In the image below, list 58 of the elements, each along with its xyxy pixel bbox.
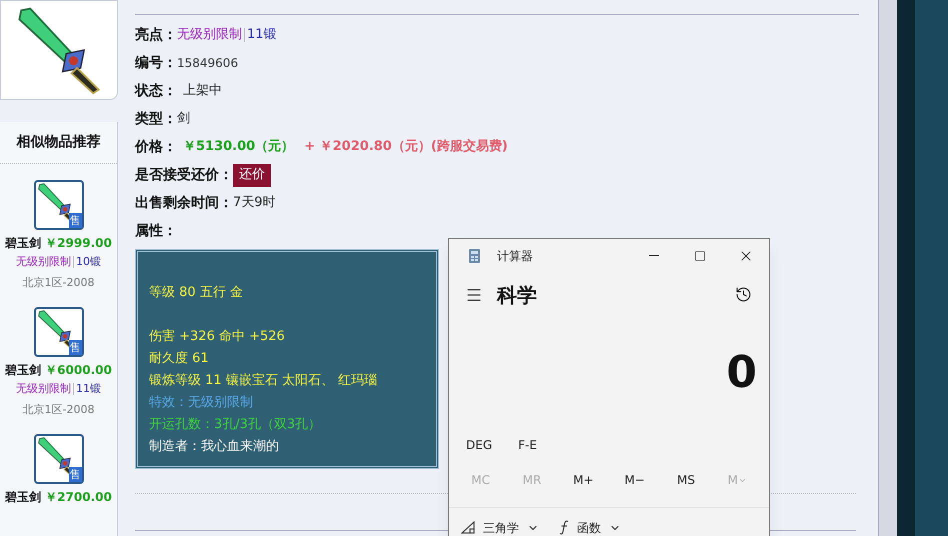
status-value: 上架中: [183, 82, 222, 100]
function-icon: [559, 520, 569, 536]
attribute-line: 制造者：我心血来潮的: [149, 438, 280, 456]
memory-button[interactable]: M+: [558, 471, 609, 490]
field-label: 类型：: [135, 110, 177, 128]
item-server: 北京1区-2008: [22, 274, 94, 290]
attribute-line: 等级 80 五行 金: [149, 284, 244, 302]
attribute-line: 开运孔数：3孔/3孔（双3孔）: [149, 416, 322, 434]
calculator-icon: [469, 248, 480, 262]
mode-toggle[interactable]: F-E: [515, 436, 540, 454]
field-label: 价格：: [135, 138, 177, 156]
field-label: 属性：: [135, 222, 177, 240]
item-forge: 11锻: [76, 381, 101, 397]
item-thumbnail[interactable]: 售: [34, 307, 84, 357]
memory-button[interactable]: M−: [608, 471, 660, 490]
sale-badge: 售: [68, 467, 82, 482]
field-label: 是否接受还价：: [135, 166, 233, 184]
item-forge: 10锻: [76, 254, 101, 270]
sale-badge: 售: [68, 340, 82, 355]
item-price: ￥6000.00: [45, 362, 112, 379]
item-tag: 无级别限制: [16, 254, 71, 270]
function-menu[interactable]: 函数: [559, 518, 621, 536]
field-label: 亮点：: [135, 26, 177, 44]
item-name[interactable]: 碧玉剑: [5, 361, 42, 379]
maximize-icon: [694, 250, 706, 262]
sale-badge: 售: [68, 213, 82, 228]
level-tag: 无级别限制: [177, 25, 242, 45]
minimize-icon: [649, 255, 659, 256]
item-price: ￥2999.00: [45, 235, 112, 252]
remaining-time: 7天9时: [233, 194, 276, 212]
item-number: 15849606: [177, 55, 238, 72]
attribute-line: 伤害 +326 命中 +526: [149, 328, 286, 346]
item-tag: 无级别限制: [16, 381, 71, 398]
item-thumbnail[interactable]: 售: [34, 180, 84, 230]
item-thumbnail[interactable]: 售: [34, 434, 84, 484]
price-value: ￥5130.00（元）: [183, 138, 294, 156]
type-value: 剑: [177, 110, 190, 128]
window-title: 计算器: [497, 248, 533, 264]
mode-title: 科学: [497, 282, 537, 309]
field-label: 出售剩余时间：: [135, 194, 233, 212]
item-server: 北京1区-2008: [22, 402, 94, 418]
mode-toggle[interactable]: DEG: [463, 436, 496, 454]
sidebar-title: 相似物品推荐: [16, 133, 100, 152]
forge-level: 11锻: [247, 26, 277, 44]
display-value: 0: [726, 346, 757, 400]
bargain-button[interactable]: 还价: [233, 164, 271, 186]
function-menu[interactable]: 三角学: [461, 518, 539, 536]
field-label: 状态：: [135, 82, 177, 100]
item-price: ￥2700.00: [45, 489, 112, 506]
item-name[interactable]: 碧玉剑: [5, 234, 42, 252]
attribute-line: 锻炼等级 11 镶嵌宝石 太阳石、 红玛瑙: [149, 372, 378, 390]
triangle-icon: [461, 521, 475, 534]
cross-server-fee: + ￥2020.80（元）(跨服交易费): [304, 138, 508, 156]
memory-button[interactable]: MS: [660, 471, 712, 490]
field-label: 编号：: [135, 54, 177, 72]
attribute-line: 耐久度 61: [149, 350, 210, 368]
attribute-line: 特效：无级别限制: [149, 394, 254, 412]
item-name[interactable]: 碧玉剑: [5, 488, 42, 506]
